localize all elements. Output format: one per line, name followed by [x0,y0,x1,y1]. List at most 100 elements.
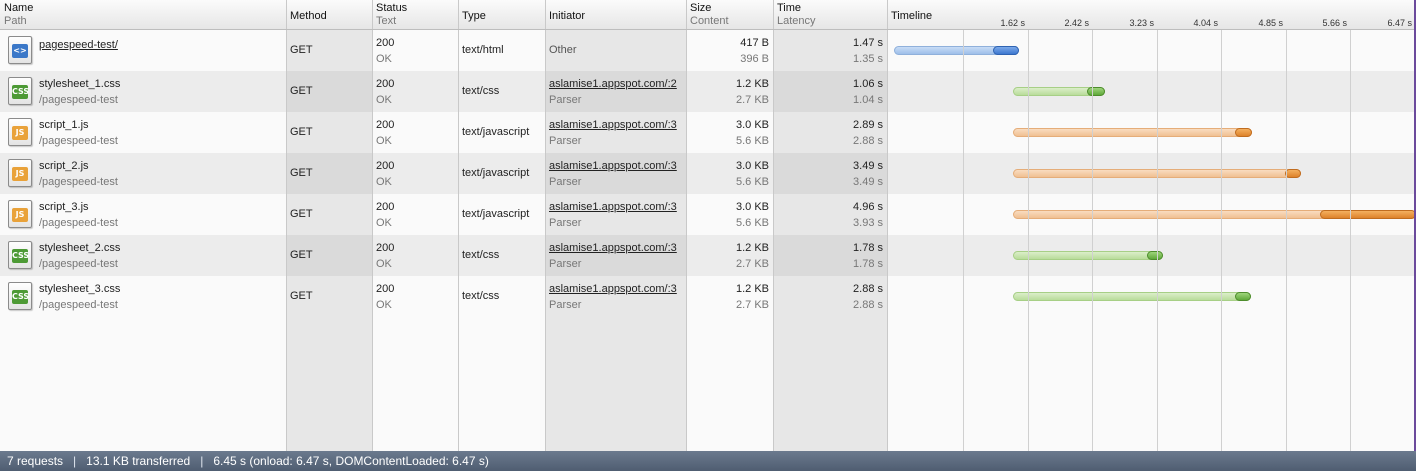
timeline-bar[interactable] [894,46,1019,55]
status-code: 200 [376,283,395,295]
request-path: /pagespeed-test [39,299,118,311]
request-name[interactable]: script_2.js [39,158,282,174]
name-cell[interactable]: script_3.js/pagespeed-test [0,194,286,235]
request-method: GET [290,290,313,302]
initiator-type: Parser [549,94,582,106]
initiator-type: Parser [549,217,582,229]
type-cell: text/javascript [458,194,545,235]
initiator-type: Parser [549,258,582,270]
header-name[interactable]: Name Path [0,0,286,30]
size-cell: 3.0 KB 5.6 KB [686,194,773,235]
initiator-link[interactable]: aslamise1.appspot.com/:2 [549,76,682,92]
size-cell: 1.2 KB 2.7 KB [686,235,773,276]
timeline-download-segment [1320,210,1416,219]
content-size: 2.7 KB [735,94,769,106]
timeline-gridline [1350,0,1351,451]
name-cell[interactable]: stylesheet_1.css/pagespeed-test [0,71,286,112]
initiator-link[interactable]: aslamise1.appspot.com/:3 [549,117,682,133]
request-name[interactable]: stylesheet_2.css [39,240,282,256]
request-row[interactable]: CSS stylesheet_1.css/pagespeed-test GET 200… [0,71,1416,112]
header-time-label: Time [777,2,802,14]
content-size: 5.6 KB [735,217,769,229]
initiator-cell[interactable]: aslamise1.appspot.com/:3 Parser [545,276,686,317]
timeline-bar[interactable] [1013,210,1416,219]
header-status-text-label: Text [376,15,397,27]
name-cell[interactable]: stylesheet_3.css/pagespeed-test [0,276,286,317]
initiator-cell[interactable]: aslamise1.appspot.com/:3 Parser [545,112,686,153]
header-content-label: Content [690,15,729,27]
header-type[interactable]: Type [458,0,545,30]
header-status[interactable]: Status Text [372,0,458,30]
time-cell: 1.78 s 1.78 s [773,235,887,276]
name-cell[interactable]: script_2.js/pagespeed-test [0,153,286,194]
request-row[interactable]: JS script_3.js/pagespeed-test GET 200 OK text… [0,194,1416,235]
transfer-size: 417 B [740,37,769,49]
timeline-tick-label: 4.04 s [1193,18,1218,28]
request-name[interactable]: script_3.js [39,199,282,215]
column-divider[interactable] [458,0,459,451]
timeline-bar[interactable] [1013,128,1252,137]
timeline-download-segment [1235,128,1252,137]
header-latency-label: Latency [777,15,816,27]
request-row[interactable]: CSS stylesheet_2.css/pagespeed-test GET 200… [0,235,1416,276]
header-initiator[interactable]: Initiator [545,0,686,30]
initiator-link[interactable]: aslamise1.appspot.com/:3 [549,158,682,174]
request-name[interactable]: pagespeed-test/ [39,37,282,53]
initiator-cell[interactable]: aslamise1.appspot.com/:3 Parser [545,153,686,194]
column-divider[interactable] [372,0,373,451]
request-row[interactable]: JS script_1.js/pagespeed-test GET 200 OK text… [0,112,1416,153]
timeline-gridline [963,0,964,451]
header-divider[interactable] [773,0,774,29]
mime-type: text/css [462,249,500,261]
size-cell: 1.2 KB 2.7 KB [686,276,773,317]
total-time: 1.47 s [853,37,883,49]
header-divider[interactable] [372,0,373,29]
initiator-link[interactable]: aslamise1.appspot.com/:3 [549,281,682,297]
column-divider[interactable] [686,0,687,451]
request-path: /pagespeed-test [39,135,118,147]
timeline-tick-label: 3.23 s [1129,18,1154,28]
header-path-label: Path [4,15,27,27]
name-cell[interactable]: stylesheet_2.css/pagespeed-test [0,235,286,276]
initiator-link[interactable]: aslamise1.appspot.com/:3 [549,240,682,256]
latency-time: 1.78 s [853,258,883,270]
request-name[interactable]: stylesheet_3.css [39,281,282,297]
initiator-link[interactable]: aslamise1.appspot.com/:3 [549,199,682,215]
column-divider[interactable] [887,0,888,451]
header-divider[interactable] [887,0,888,29]
column-divider[interactable] [545,0,546,451]
timeline-bar[interactable] [1013,251,1163,260]
request-row[interactable]: <> pagespeed-test/GET 200 OK text/html Other 4… [0,30,1416,71]
request-method: GET [290,249,313,261]
latency-time: 1.04 s [853,94,883,106]
initiator-cell: Other [545,30,686,71]
request-name[interactable]: stylesheet_1.css [39,76,282,92]
header-size[interactable]: Size Content [686,0,773,30]
request-path: /pagespeed-test [39,258,118,270]
header-divider[interactable] [686,0,687,29]
request-name[interactable]: script_1.js [39,117,282,133]
initiator-cell[interactable]: aslamise1.appspot.com/:2 Parser [545,71,686,112]
total-time: 1.78 s [853,242,883,254]
initiator-cell[interactable]: aslamise1.appspot.com/:3 Parser [545,235,686,276]
time-cell: 2.89 s 2.88 s [773,112,887,153]
status-text: OK [376,258,392,270]
name-cell[interactable]: script_1.js/pagespeed-test [0,112,286,153]
initiator-cell[interactable]: aslamise1.appspot.com/:3 Parser [545,194,686,235]
column-divider[interactable] [286,0,287,451]
header-time[interactable]: Time Latency [773,0,887,30]
request-row[interactable]: JS script_2.js/pagespeed-test GET 200 OK text… [0,153,1416,194]
header-method[interactable]: Method [286,0,372,30]
initiator-type: Parser [549,299,582,311]
time-cell: 4.96 s 3.93 s [773,194,887,235]
header-divider[interactable] [458,0,459,29]
request-row[interactable]: CSS stylesheet_3.css/pagespeed-test GET 200… [0,276,1416,317]
column-divider[interactable] [773,0,774,451]
method-cell: GET [286,30,372,71]
header-divider[interactable] [286,0,287,29]
name-cell[interactable]: pagespeed-test/ [0,30,286,71]
timeline-bar[interactable] [1013,292,1251,301]
header-divider[interactable] [545,0,546,29]
method-cell: GET [286,153,372,194]
status-text: OK [376,94,392,106]
